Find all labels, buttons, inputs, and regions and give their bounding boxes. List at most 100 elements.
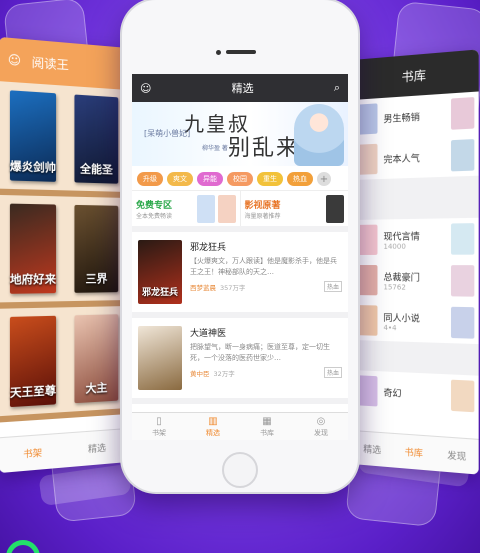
book-title: 邪龙狂兵 <box>190 243 227 253</box>
book-info: 邪龙狂兵 【火爆爽文，万人跟读】他是魔影杀手，他是兵王之王！神秘部队的天之… 西… <box>190 240 342 304</box>
book-thumb <box>451 306 475 339</box>
book-thumb <box>451 139 475 172</box>
promo-title: 免费专区 <box>136 200 173 211</box>
promo-subtitle: 海量原著推荐 <box>244 212 281 220</box>
tag-passion[interactable]: 热血 <box>287 172 313 186</box>
home-button[interactable] <box>222 452 258 488</box>
user-icon[interactable]: ☺ <box>140 82 151 95</box>
library-row[interactable]: 同人小说 4•4 <box>352 300 479 344</box>
page-title: 精选 <box>231 82 254 95</box>
earpiece-speaker <box>226 50 256 54</box>
library-row-label: 同人小说 <box>383 313 420 325</box>
book-description: 【火爆爽文，万人跟读】他是魔影杀手，他是兵王之王！神秘部队的天之… <box>190 257 337 276</box>
app-header: ☺ 精选 ⌕ <box>132 74 348 102</box>
library-row[interactable]: 奇幻 <box>352 370 479 418</box>
promo-subtitle: 全本免费畅读 <box>136 212 173 220</box>
library-row-count: 15762 <box>383 282 406 292</box>
library-panel: 书库 男生畅销 完本人气 现代言情 14000 总裁豪门 15762 同人小说 4•4… <box>352 49 479 475</box>
tag-rebirth[interactable]: 重生 <box>257 172 283 186</box>
front-camera <box>216 50 221 55</box>
book-cover[interactable]: 三界 <box>74 204 119 293</box>
library-row[interactable]: 总裁豪门 15762 <box>352 260 479 302</box>
tab-featured[interactable]: 精选 <box>363 442 381 456</box>
tab-bookshelf[interactable]: ▯ 书架 <box>132 413 186 440</box>
featured-banner[interactable]: 九皇叔 [呆萌小兽妃] 柳华盈 著 别乱来 <box>132 102 348 166</box>
tab-label: 发现 <box>314 428 328 437</box>
book-author: 西梦蓝晨 <box>190 283 216 292</box>
phone-frame: ☺ 精选 ⌕ 九皇叔 [呆萌小兽妃] 柳华盈 著 别乱来 升级 爽文 异能 校园… <box>122 0 358 492</box>
book-thumb <box>355 143 378 175</box>
banner-author: 柳华盈 著 <box>202 145 228 152</box>
tab-library[interactable]: ▦ 书库 <box>240 413 294 440</box>
book-list-item[interactable]: 邪龙狂兵 邪龙狂兵 【火爆爽文，万人跟读】他是魔影杀手，他是兵王之王！神秘部队的… <box>132 232 348 318</box>
book-thumb <box>355 375 378 407</box>
library-row-label: 男生畅销 <box>383 112 420 125</box>
book-cover[interactable]: 全能圣 <box>74 94 119 184</box>
decorative-ring <box>6 540 40 553</box>
user-icon[interactable]: ☺ <box>8 52 21 68</box>
promo-adaptation[interactable]: 影视原著 海量原著推荐 <box>241 191 349 226</box>
book-thumb <box>355 265 378 296</box>
tag-superpower[interactable]: 异能 <box>197 172 223 186</box>
compass-icon: ◎ <box>316 415 326 427</box>
library-row-label: 完本人气 <box>383 153 420 166</box>
shelf-row: 爆炎剑帅 全能圣 <box>0 81 129 198</box>
library-row-label: 总裁豪门 <box>383 272 420 284</box>
promo-free[interactable]: 免费专区 全本免费畅读 <box>132 191 241 226</box>
library-row-label: 现代言情 <box>383 231 420 243</box>
library-row[interactable]: 完本人气 <box>352 134 479 180</box>
bookshelf-panel: ☺ 阅读王 爆炎剑帅 全能圣 地府好来 三界 天王至尊 大主 书架 精选 <box>0 36 129 474</box>
book-words: 357万字 <box>220 283 246 292</box>
divider <box>352 175 479 220</box>
tab-label: 精选 <box>206 428 220 437</box>
promo-cover <box>326 194 344 223</box>
tab-featured[interactable]: 精选 <box>88 441 106 456</box>
book-thumb <box>451 97 475 130</box>
tag-cool[interactable]: 爽文 <box>167 172 193 186</box>
search-icon[interactable]: ⌕ <box>334 81 340 95</box>
library-row[interactable]: 现代言情 14000 <box>352 218 479 260</box>
book-words: 32万字 <box>213 369 235 378</box>
book-list-item[interactable]: 大道神医 把脉望气，断一身病痛；医道至尊，定一切生死，一个没落的医药世家少… 黄… <box>132 318 348 404</box>
tag-campus[interactable]: 校园 <box>227 172 253 186</box>
category-tags: 升级 爽文 异能 校园 重生 热血 + <box>132 166 348 190</box>
book-thumb <box>451 223 475 255</box>
book-meta: 西梦蓝晨 357万字 热血 <box>190 281 342 292</box>
tab-library[interactable]: 书库 <box>405 445 423 460</box>
library-row-count: 4•4 <box>383 323 397 332</box>
tab-featured[interactable]: ▥ 精选 <box>186 413 240 440</box>
banner-subtitle: [呆萌小兽妃] <box>144 129 191 138</box>
book-cover: 邪龙狂兵 <box>138 240 182 304</box>
promo-cover <box>217 194 236 223</box>
library-row-count: 14000 <box>383 242 406 251</box>
promo-title: 影视原著 <box>244 200 281 211</box>
book-cover-title: 邪龙狂兵 <box>141 288 178 298</box>
book-info: 大道神医 把脉望气，断一身病痛；医道至尊，定一切生死，一个没落的医药世家少… 黄… <box>190 326 342 390</box>
banner-illustration <box>294 104 344 166</box>
tag-upgrade[interactable]: 升级 <box>137 172 163 186</box>
library-icon: ▦ <box>262 415 272 427</box>
library-title: 书库 <box>401 67 427 84</box>
book-genre-badge: 热血 <box>323 367 342 378</box>
shelf-row: 天王至尊 大主 <box>0 306 129 423</box>
bookshelf-icon: ▯ <box>156 415 162 427</box>
tab-label: 书架 <box>152 428 166 437</box>
bookshelf-title: 阅读王 <box>31 54 69 73</box>
book-cover[interactable]: 爆炎剑帅 <box>9 90 57 182</box>
book-cover[interactable]: 天王至尊 <box>9 315 57 408</box>
tab-discover[interactable]: ◎ 发现 <box>294 413 348 440</box>
tab-bookshelf[interactable]: 书架 <box>23 446 42 461</box>
promo-cover <box>196 194 215 223</box>
book-meta: 黄中臣 32万字 热血 <box>190 367 342 378</box>
tab-discover[interactable]: 发现 <box>447 448 466 463</box>
book-thumb <box>451 379 475 413</box>
book-cover[interactable]: 大主 <box>74 314 119 404</box>
book-cover[interactable]: 地府好来 <box>9 203 57 294</box>
banner-title-line2: 别乱来 <box>228 136 301 161</box>
library-row[interactable]: 男生畅销 <box>352 91 479 140</box>
plus-icon[interactable]: + <box>317 172 331 186</box>
book-thumb <box>355 305 378 336</box>
book-genre-badge: 热血 <box>323 281 342 292</box>
book-author: 黄中臣 <box>190 369 210 378</box>
book-thumb <box>355 224 378 255</box>
